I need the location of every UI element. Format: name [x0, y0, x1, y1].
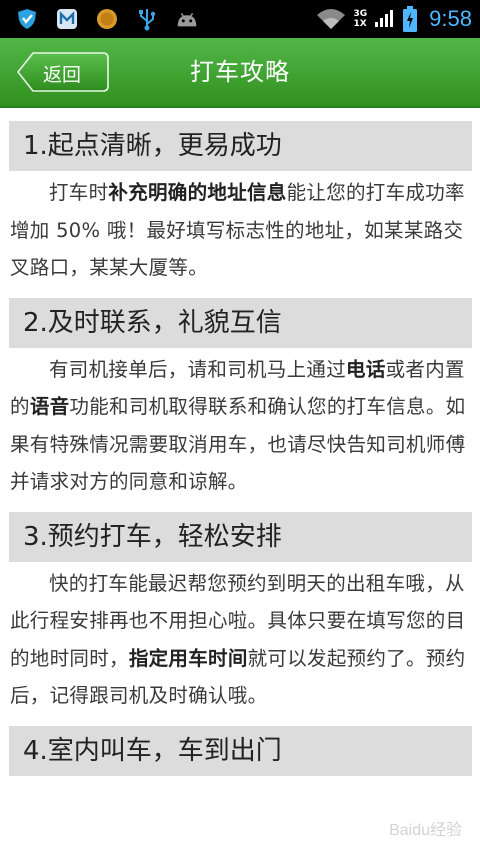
network-3g-label: 3G: [353, 9, 368, 19]
emphasis-text: 指定用车时间: [128, 646, 248, 670]
wifi-icon: [314, 6, 348, 32]
status-bar: 3G 1X 9:58: [0, 0, 480, 38]
m-app-icon: [54, 6, 80, 32]
signal-icon: [373, 6, 395, 32]
clock: 9:58: [429, 6, 472, 31]
emphasis-text: 补充明确的地址信息: [108, 181, 287, 204]
text: 打车时: [49, 181, 109, 204]
back-button[interactable]: 返回: [17, 51, 109, 93]
usb-icon: [134, 6, 160, 32]
network-type: 3G 1X: [354, 9, 368, 29]
emphasis-text: 语音: [29, 395, 70, 418]
coin-icon: [94, 6, 120, 32]
watermark-logo: Baidu经验: [389, 822, 462, 839]
shield-icon: [14, 6, 40, 32]
article-content: 1.起点清晰，更易成功 打车时补充明确的地址信息能让您的打车成功率增加 50% …: [0, 108, 480, 776]
section-body-2: 有司机接单后，请和司机马上通过电话或者内置的语音功能和司机取得联系和确认您的打车…: [10, 351, 472, 501]
section-heading-1: 1.起点清晰，更易成功: [9, 121, 472, 171]
network-1x-label: 1X: [353, 19, 367, 29]
back-button-label: 返回: [43, 64, 82, 86]
text: 功能和司机取得联系和确认您的打车信息。如果有特殊情况需要取消用车，也请尽快告知司…: [10, 395, 466, 493]
android-icon: [174, 6, 200, 32]
section-body-1: 打车时补充明确的地址信息能让您的打车成功率增加 50% 哦！最好填写标志性的地址…: [10, 174, 472, 287]
text: 有司机接单后，请和司机马上通过: [49, 357, 347, 381]
battery-icon: [401, 6, 419, 32]
title-bar: 打车攻略 返回: [0, 38, 480, 108]
section-heading-2: 2.及时联系，礼貌互信: [9, 297, 472, 348]
section-body-3: 快的打车能最迟帮您预约到明天的出租车哦，从此行程安排再也不用担心啦。具体只要在填…: [10, 565, 472, 715]
system-icons: 3G 1X 9:58: [314, 0, 472, 38]
section-heading-3: 3.预约打车，轻松安排: [9, 511, 472, 562]
section-heading-4: 4.室内叫车，车到出门: [9, 725, 472, 776]
notification-icons: [14, 6, 200, 32]
emphasis-text: 电话: [346, 357, 386, 381]
